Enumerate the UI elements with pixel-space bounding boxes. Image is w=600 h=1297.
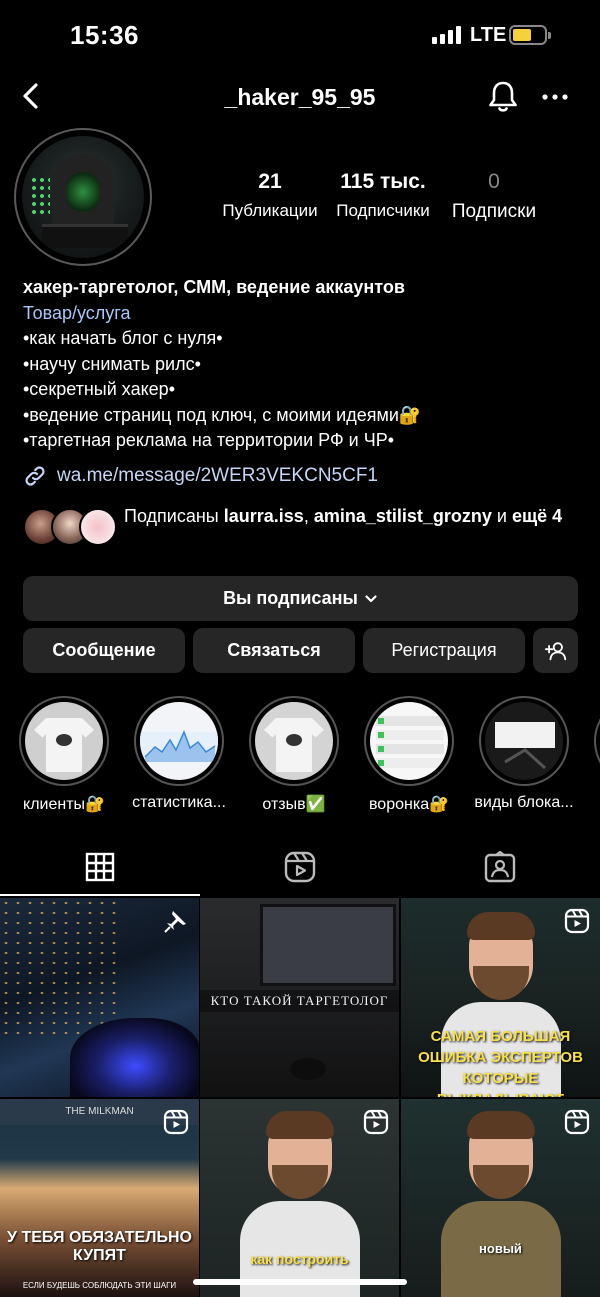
followed-by-conjunction: и	[491, 506, 512, 526]
post-caption: У ТЕБЯ ОБЯЗАТЕЛЬНО КУПЯТ	[7, 1229, 192, 1264]
post-tile[interactable]: THE MILKMAN У ТЕБЯ ОБЯЗАТЕЛЬНО КУПЯТ ЕСЛ…	[0, 1099, 199, 1297]
more-dots-icon	[542, 94, 568, 100]
highlight-label: виды блока...	[474, 794, 574, 811]
stat-following-label: Подписки	[451, 201, 537, 222]
avatar-image	[22, 136, 144, 258]
stat-posts[interactable]: 21 Публикации	[216, 170, 324, 221]
notifications-button[interactable]	[484, 78, 522, 116]
following-button-label: Вы подписаны	[223, 588, 358, 608]
contact-button[interactable]: Связаться	[193, 628, 355, 673]
register-button[interactable]: Регистрация	[363, 628, 525, 673]
bio-link-text: wa.me/message/2WER3VEKCN5CF1	[57, 465, 378, 486]
avatar	[79, 508, 117, 546]
highlight-item[interactable]: отзыв✅	[240, 696, 348, 814]
highlight-label: отзыв✅	[262, 796, 326, 813]
post-caption: как построить	[250, 1251, 349, 1267]
profile-avatar[interactable]	[14, 128, 152, 266]
bell-icon	[489, 81, 517, 112]
battery-icon	[509, 25, 551, 45]
tab-reels[interactable]	[200, 838, 400, 896]
tagged-person-icon	[484, 851, 516, 883]
stat-posts-value: 21	[258, 170, 282, 193]
stat-followers-value: 115 тыс.	[340, 170, 426, 193]
profile-bio: хакер-таргетолог, СММ, ведение аккаунтов…	[23, 275, 583, 454]
highlight-item[interactable]: виды блока...	[470, 696, 578, 812]
signal-icon	[432, 26, 461, 44]
highlight-label: клиенты🔐	[23, 796, 105, 813]
reels-badge-icon	[363, 1109, 389, 1135]
reels-badge-icon	[564, 1109, 590, 1135]
followed-by-avatars	[23, 508, 117, 548]
pin-icon	[164, 911, 186, 933]
bio-line: •научу снимать рилс•	[23, 353, 201, 374]
highlight-item[interactable]	[585, 696, 600, 786]
tab-tagged[interactable]	[400, 838, 600, 896]
highlight-label: воронка🔐	[368, 796, 450, 813]
post-caption: КТО ТАКОЙ ТАРГЕТОЛОГ	[200, 990, 399, 1012]
post-tile[interactable]: новый	[401, 1099, 600, 1297]
highlight-label: статистика...	[132, 794, 226, 811]
more-options-button[interactable]	[538, 80, 572, 114]
followed-by[interactable]: Подписаны laurra.iss, amina_stilist_groz…	[23, 504, 583, 554]
followed-by-separator: ,	[303, 506, 314, 526]
followed-by-text: Подписаны laurra.iss, amina_stilist_groz…	[124, 504, 584, 529]
add-person-icon	[544, 641, 566, 660]
bio-category[interactable]: Товар/услуга	[23, 301, 583, 327]
stat-posts-label: Публикации	[222, 201, 318, 220]
reels-badge-icon	[163, 1109, 189, 1135]
post-caption: новый	[479, 1241, 522, 1256]
network-label: LTE	[470, 24, 507, 46]
tab-posts-grid[interactable]	[0, 838, 200, 896]
following-button[interactable]: Вы подписаны	[23, 576, 578, 621]
followed-by-more[interactable]: ещё 4	[512, 506, 562, 526]
followed-by-user[interactable]: amina_stilist_grozny	[314, 506, 492, 526]
status-time: 15:36	[70, 20, 139, 50]
post-caption: САМАЯ БОЛЬШАЯ ОШИБКА ЭКСПЕРТОВ КОТОРЫЕ В…	[418, 1028, 583, 1097]
highlight-item[interactable]: клиенты🔐	[10, 696, 118, 814]
chevron-down-icon	[365, 594, 377, 602]
story-highlights: клиенты🔐 статистика... отзыв✅ воронка🔐 в…	[0, 696, 600, 820]
stat-following-value: 0	[488, 170, 500, 193]
link-icon	[25, 466, 45, 486]
stat-followers[interactable]: 115 тыс. Подписчики	[330, 170, 436, 221]
bio-line: •секретный хакер•	[23, 379, 175, 399]
post-tile[interactable]: как построить	[200, 1099, 399, 1297]
message-button[interactable]: Сообщение	[23, 628, 185, 673]
stat-followers-label: Подписчики	[336, 201, 430, 220]
profile-tabs	[0, 838, 600, 896]
reels-icon	[284, 851, 316, 883]
followed-by-prefix: Подписаны	[124, 506, 224, 526]
bio-line: •ведение страниц под ключ, с моими идеям…	[23, 404, 422, 425]
suggested-users-button[interactable]	[533, 628, 578, 673]
post-tile[interactable]	[0, 898, 199, 1097]
post-tile[interactable]: САМАЯ БОЛЬШАЯ ОШИБКА ЭКСПЕРТОВ КОТОРЫЕ В…	[401, 898, 600, 1097]
post-tile[interactable]: КТО ТАКОЙ ТАРГЕТОЛОГ	[200, 898, 399, 1097]
followed-by-user[interactable]: laurra.iss	[224, 506, 304, 526]
bio-name: хакер-таргетолог, СММ, ведение аккаунтов	[23, 277, 405, 297]
grid-icon	[85, 852, 115, 882]
bio-line: •как начать блог с нуля•	[23, 328, 223, 348]
highlight-item[interactable]: воронка🔐	[355, 696, 463, 814]
highlight-item[interactable]: статистика...	[125, 696, 233, 812]
posts-grid: КТО ТАКОЙ ТАРГЕТОЛОГ САМАЯ БОЛЬШАЯ ОШИБК…	[0, 898, 600, 1297]
bio-link[interactable]: wa.me/message/2WER3VEKCN5CF1	[23, 464, 378, 488]
home-indicator[interactable]	[193, 1279, 407, 1285]
bio-line: •таргетная реклама на территории РФ и ЧР…	[23, 430, 394, 450]
stat-following[interactable]: 0 Подписки	[444, 170, 544, 223]
reels-badge-icon	[564, 908, 590, 934]
profile-header: _haker_95_95	[0, 72, 600, 122]
status-bar: 15:36 LTE	[0, 0, 600, 72]
post-subcaption: ЕСЛИ БУДЕШЬ СОБЛЮДАТЬ ЭТИ ШАГИ	[22, 1281, 177, 1290]
